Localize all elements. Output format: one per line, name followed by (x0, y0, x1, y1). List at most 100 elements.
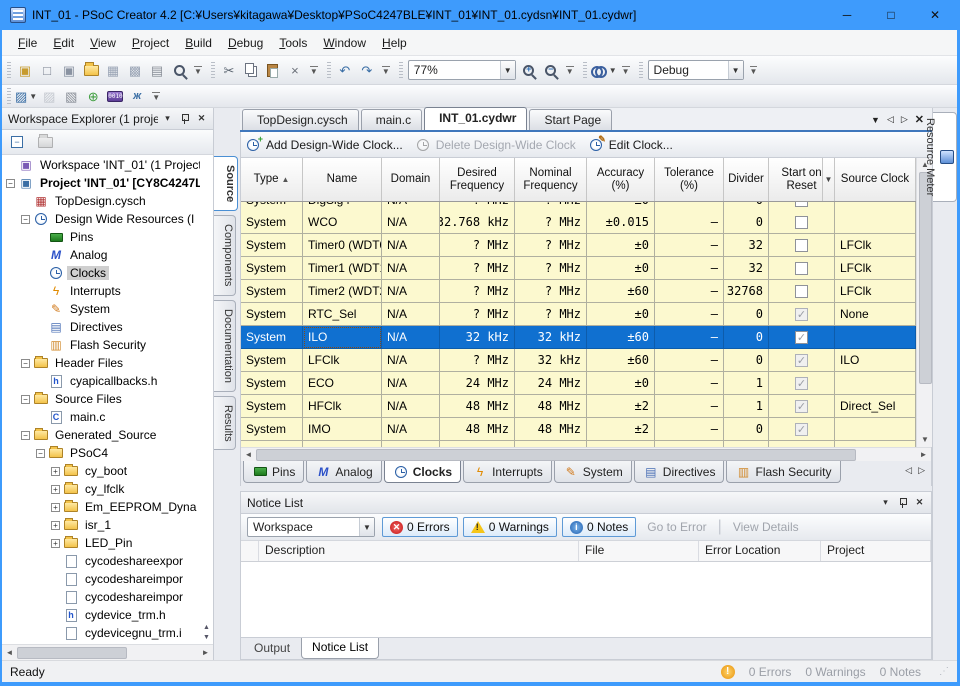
toolbar-grip[interactable] (7, 88, 11, 104)
cell-nominal[interactable]: ? MHz (515, 202, 587, 211)
cell-accuracy[interactable]: ±0 (587, 257, 655, 280)
cell-tolerance[interactable]: – (655, 418, 724, 441)
tree-item-analog[interactable]: MAnalog (2, 246, 200, 264)
clock-row-ilo[interactable]: SystemILON/A32 kHz32 kHz±60–0✓ (241, 326, 916, 349)
resource-tab-analog[interactable]: MAnalog (306, 461, 381, 483)
collapse-all-icon[interactable] (7, 132, 27, 152)
print-icon[interactable]: ▤ (147, 60, 167, 80)
menu-help[interactable]: Help (374, 32, 415, 54)
cell-divider[interactable]: 0 (724, 326, 769, 349)
cell-start[interactable] (769, 211, 835, 234)
zoom-in-icon[interactable] (519, 60, 539, 80)
cell-start[interactable]: ✓ (769, 303, 835, 326)
cell-nominal[interactable]: 24 MHz (515, 372, 587, 395)
tab-list-icon[interactable]: ▼ (871, 115, 880, 125)
cell-divider[interactable]: 0 (724, 303, 769, 326)
table-vscrollbar[interactable]: ▲ ▼ (916, 158, 933, 447)
pin-icon[interactable] (177, 112, 192, 126)
open-icon[interactable] (81, 60, 101, 80)
panel-menu-icon[interactable]: ▾ (160, 112, 175, 126)
expand-toggle-icon[interactable]: + (51, 503, 60, 512)
notice-col-file[interactable]: File (579, 541, 699, 561)
tree-item-cy-boot[interactable]: +cy_boot (2, 462, 200, 480)
tree-item-project-int-01-cy8c4247l[interactable]: −▣Project 'INT_01' [CY8C4247L (2, 174, 200, 192)
scroll-down-icon[interactable]: ▼ (203, 634, 210, 642)
clock-row-hfclk[interactable]: SystemHFClkN/A48 MHz48 MHz±2–1✓Direct_Se… (241, 395, 916, 418)
cell-type[interactable]: System (241, 234, 303, 257)
tree-item-design-wide-resources-i[interactable]: −Design Wide Resources (I (2, 210, 200, 228)
resource-tab-pins[interactable]: Pins (243, 461, 304, 483)
scroll-left-icon[interactable]: ◄ (241, 450, 256, 459)
cell-source[interactable] (835, 202, 916, 211)
cell-name[interactable]: ECO (303, 372, 382, 395)
cell-domain[interactable]: N/A (382, 211, 440, 234)
scroll-down-icon[interactable]: ▼ (921, 433, 929, 447)
cell-nominal[interactable]: ? MHz (515, 257, 587, 280)
notice-col-error-location[interactable]: Error Location (699, 541, 821, 561)
clock-row-timer2-wdt2-[interactable]: SystemTimer2 (WDT2)N/A? MHz? MHz±60–3276… (241, 280, 916, 303)
toolbar-overflow-icon[interactable]: ▼ (152, 92, 160, 101)
tab-scroll-right-icon[interactable]: ▷ (918, 465, 925, 476)
tree-item-cycodeshareimpor[interactable]: cycodeshareimpor (2, 588, 200, 606)
cell-divider[interactable]: 1 (724, 395, 769, 418)
cell-domain[interactable]: N/A (382, 349, 440, 372)
toolbar-overflow-icon[interactable]: ▼ (750, 66, 758, 75)
new-project-icon[interactable]: ▣ (15, 60, 35, 80)
toolbar-grip[interactable] (399, 62, 403, 78)
build-stack-icon[interactable]: ▧ (61, 86, 81, 106)
tab-scroll-right-icon[interactable]: ▷ (901, 114, 908, 125)
clock-row-timer1-wdt1-[interactable]: SystemTimer1 (WDT1)N/A? MHz? MHz±0–32LFC… (241, 257, 916, 280)
clock-row-imo[interactable]: SystemIMON/A48 MHz48 MHz±2–0✓ (241, 418, 916, 441)
panel-menu-icon[interactable]: ▾ (878, 496, 893, 510)
cell-type[interactable]: System (241, 349, 303, 372)
menu-file[interactable]: File (10, 32, 45, 54)
cell-type[interactable]: System (241, 418, 303, 441)
filter-dropdown-icon[interactable]: ▼ (822, 158, 834, 201)
chevron-down-icon[interactable]: ▼ (29, 92, 37, 101)
warnings-filter-button[interactable]: 0 Warnings (463, 517, 557, 537)
cell-accuracy[interactable]: ±0 (587, 303, 655, 326)
cell-divider[interactable]: 0 (724, 211, 769, 234)
cell-accuracy[interactable]: ±60 (587, 349, 655, 372)
cell-nominal[interactable]: ? MHz (515, 211, 587, 234)
checked-checkbox[interactable]: ✓ (795, 331, 808, 344)
cell-source[interactable]: LFClk (835, 257, 916, 280)
notice-col-description[interactable]: Description (259, 541, 579, 561)
collapse-toggle-icon[interactable]: − (21, 431, 30, 440)
undo-icon[interactable]: ↶ (335, 60, 355, 80)
toolbar-grip[interactable] (639, 62, 643, 78)
go-to-error-button[interactable]: Go to Error (641, 520, 712, 534)
cell-start[interactable] (769, 202, 835, 211)
cell-tolerance[interactable]: – (655, 372, 724, 395)
cell-divider[interactable]: 32 (724, 257, 769, 280)
cell-tolerance[interactable]: – (655, 234, 724, 257)
save-all-icon[interactable]: ▩ (125, 60, 145, 80)
cell-nominal[interactable]: ? MHz (515, 234, 587, 257)
cell-nominal[interactable]: 48 MHz (515, 418, 587, 441)
cell-start[interactable]: ✓ (769, 326, 835, 349)
tree-item-pins[interactable]: Pins (2, 228, 200, 246)
tree-item-led-pin[interactable]: +LED_Pin (2, 534, 200, 552)
column-header-name[interactable]: Name (303, 158, 382, 201)
tree-item-em-eeprom-dyna[interactable]: +Em_EEPROM_Dyna (2, 498, 200, 516)
cell-nominal[interactable]: ? MHz (515, 303, 587, 326)
panel-tab-output[interactable]: Output (243, 638, 301, 659)
side-tab-source[interactable]: Source (214, 156, 238, 211)
cell-domain[interactable]: N/A (382, 280, 440, 303)
cell-accuracy[interactable]: ±60 (587, 326, 655, 349)
tree-item-cydevicegnu-trm-i[interactable]: cydevicegnu_trm.i (2, 624, 200, 642)
cell-tolerance[interactable]: – (655, 349, 724, 372)
toolbar-overflow-icon[interactable]: ▼ (310, 66, 318, 75)
delete-design-wide-clock-button[interactable]: Delete Design-Wide Clock (417, 138, 576, 152)
tree-item-directives[interactable]: ▤Directives (2, 318, 200, 336)
cell-domain[interactable]: N/A (382, 418, 440, 441)
cell-type[interactable]: System (241, 202, 303, 211)
checked-checkbox[interactable]: ✓ (795, 308, 808, 321)
column-header-start[interactable]: Start on Reset▼ (769, 158, 835, 201)
print-preview-icon[interactable] (169, 60, 189, 80)
cell-divider[interactable]: 0 (724, 349, 769, 372)
cell-tolerance[interactable]: – (655, 211, 724, 234)
scroll-left-icon[interactable]: ◄ (2, 648, 17, 657)
doc-tab-main-c[interactable]: main.c (361, 109, 422, 130)
tree-scroll-rail[interactable]: ▲ ▼ (200, 155, 213, 644)
